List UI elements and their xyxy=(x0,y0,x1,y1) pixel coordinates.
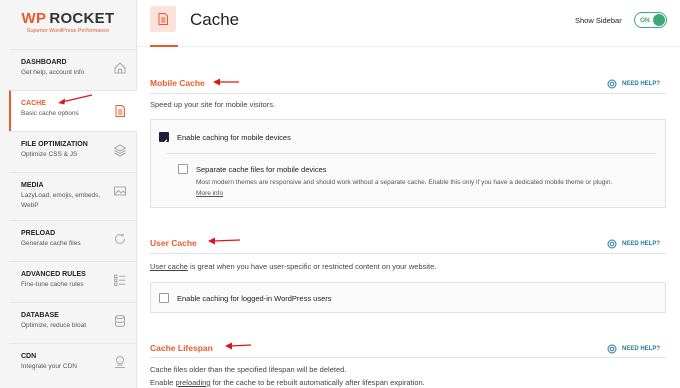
document-icon xyxy=(115,105,125,117)
sidebar-item-database[interactable]: DATABASE Optimize, reduce bloat xyxy=(9,302,137,343)
image-icon xyxy=(114,186,126,196)
separate-mobile-cache-checkbox[interactable] xyxy=(178,164,188,174)
section-title-cache-lifespan: Cache Lifespan xyxy=(150,343,213,353)
enable-user-cache-label[interactable]: Enable caching for logged-in WordPress u… xyxy=(177,294,332,303)
enable-mobile-cache-label[interactable]: Enable caching for mobile devices xyxy=(177,133,291,142)
cache-lifespan-preload-note: Enable preloading for the cache to be re… xyxy=(150,378,425,387)
lifebuoy-icon xyxy=(607,239,617,249)
annotation-arrow xyxy=(208,237,241,245)
logo-name: ROCKET xyxy=(49,10,115,27)
sidebar-item-dashboard[interactable]: DASHBOARD Get help, account info xyxy=(9,49,137,90)
wp-rocket-logo[interactable]: WP ROCKET Superior WordPress Performance xyxy=(0,0,136,44)
enable-mobile-cache-checkbox[interactable] xyxy=(159,132,169,145)
show-sidebar-label: Show Sidebar xyxy=(575,16,622,25)
more-info-link[interactable]: More info xyxy=(196,190,223,197)
enable-user-cache-checkbox[interactable] xyxy=(159,293,169,303)
preloading-link[interactable]: preloading xyxy=(175,378,210,387)
need-help-link[interactable]: NEED HELP? xyxy=(607,344,660,354)
section-title-mobile-cache: Mobile Cache xyxy=(150,78,205,88)
preload-note-post: for the cache to be rebuilt automaticall… xyxy=(210,378,425,387)
checkmark-icon xyxy=(160,139,168,145)
nav-desc-2: WebP xyxy=(21,202,39,209)
section-title-user-cache: User Cache xyxy=(150,238,197,248)
section-divider xyxy=(150,93,666,94)
refresh-icon xyxy=(115,233,125,244)
need-help-link[interactable]: NEED HELP? xyxy=(607,239,660,249)
lifebuoy-icon xyxy=(607,344,617,354)
toggle-state: ON xyxy=(640,17,650,24)
mobile-cache-description: Speed up your site for mobile visitors. xyxy=(150,100,276,109)
logo-tagline: Superior WordPress Performance xyxy=(26,28,110,34)
annotation-arrow xyxy=(58,94,93,105)
sidebar-item-advanced-rules[interactable]: ADVANCED RULES Fine-tune cache rules xyxy=(9,261,137,302)
sidebar-item-preload[interactable]: PRELOAD Generate cache files xyxy=(9,220,137,261)
sidebar-item-media[interactable]: MEDIA LazyLoad, emojis, embeds, WebP xyxy=(9,172,137,219)
home-icon xyxy=(114,62,126,74)
user-cache-description: User cache is great when you have user-s… xyxy=(150,262,436,271)
sidebar-item-file-optimization[interactable]: FILE OPTIMIZATION Optimize CSS & JS xyxy=(9,131,137,172)
need-help-link[interactable]: NEED HELP? xyxy=(607,79,660,89)
cache-lifespan-description: Cache files older than the specified lif… xyxy=(150,365,347,374)
separate-mobile-cache-label[interactable]: Separate cache files for mobile devices xyxy=(196,165,327,174)
annotation-arrow xyxy=(213,78,239,86)
toggle-knob xyxy=(653,14,665,26)
preload-note-pre: Enable xyxy=(150,378,176,387)
need-help-label: NEED HELP? xyxy=(622,81,661,87)
section-divider xyxy=(150,357,666,358)
need-help-label: NEED HELP? xyxy=(622,241,661,247)
header-divider xyxy=(137,46,680,47)
logo-wp: WP xyxy=(21,10,47,27)
database-icon xyxy=(115,315,125,327)
need-help-label: NEED HELP? xyxy=(622,346,661,352)
sidebar: WP ROCKET Superior WordPress Performance… xyxy=(0,0,137,388)
cache-page-icon xyxy=(150,6,176,32)
lifebuoy-icon xyxy=(607,79,617,89)
page-title: Cache xyxy=(190,10,240,29)
sidebar-item-cdn[interactable]: CDN Integrate your CDN xyxy=(9,343,137,388)
annotation-arrow xyxy=(225,342,252,350)
section-divider xyxy=(150,253,666,254)
user-cache-link[interactable]: User cache xyxy=(150,262,188,271)
document-icon xyxy=(158,13,168,25)
separate-mobile-cache-description: Most modern themes are responsive and sh… xyxy=(196,179,613,186)
layers-icon xyxy=(113,144,127,157)
user-cache-description-text: is great when you have user-specific or … xyxy=(187,262,437,271)
header-accent-line xyxy=(150,45,178,47)
cdn-icon xyxy=(115,356,125,368)
option-divider xyxy=(166,153,656,154)
list-icon xyxy=(114,274,126,286)
show-sidebar-toggle[interactable]: ON xyxy=(634,12,667,28)
